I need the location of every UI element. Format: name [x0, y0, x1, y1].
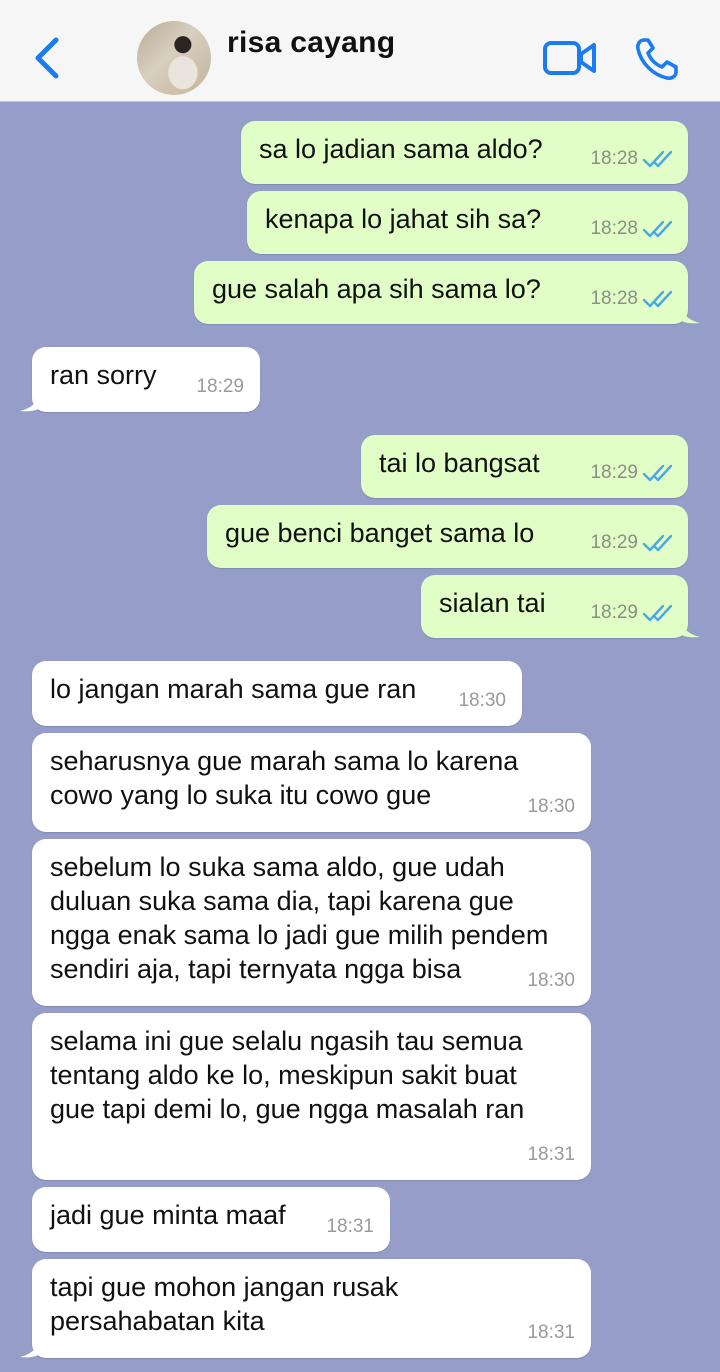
message-text: sebelum lo suka sama aldo, gue udah dulu…	[50, 852, 549, 984]
incoming-message[interactable]: sebelum lo suka sama aldo, gue udah dulu…	[32, 839, 591, 1006]
message-time: 18:30	[527, 970, 575, 991]
avatar[interactable]	[137, 21, 211, 95]
message-text: seharusnya gue marah sama lo karena cowo…	[50, 746, 519, 810]
message-meta: 18:28	[590, 212, 676, 246]
outgoing-message[interactable]: kenapa lo jahat sih sa? 18:28	[247, 191, 688, 254]
message-time: 18:31	[326, 1216, 374, 1237]
read-receipt-icon	[642, 464, 673, 482]
read-receipt-icon	[642, 150, 673, 168]
message-meta: 18:30	[527, 790, 575, 824]
bubble-tail	[680, 618, 700, 638]
outgoing-message[interactable]: gue salah apa sih sama lo? 18:28	[194, 261, 700, 324]
message-time: 18:28	[590, 218, 638, 239]
message-meta: 18:29	[590, 456, 676, 490]
chat-header: risa cayang	[0, 0, 720, 102]
contact-name[interactable]: risa cayang	[227, 26, 395, 60]
incoming-message[interactable]: ran sorry 18:29	[20, 347, 260, 412]
incoming-message[interactable]: tapi gue mohon jangan rusak persahabatan…	[20, 1259, 591, 1358]
message-meta: 18:31	[326, 1210, 374, 1244]
bubble-tail	[20, 392, 40, 412]
message-text: jadi gue minta maaf	[50, 1200, 286, 1230]
video-camera-icon[interactable]	[542, 38, 598, 78]
message-time: 18:29	[590, 532, 638, 553]
message-meta: 18:30	[527, 964, 575, 998]
message-meta: 18:29	[590, 526, 676, 560]
chevron-left-icon[interactable]	[30, 36, 64, 80]
incoming-message[interactable]: lo jangan marah sama gue ran 18:30	[32, 661, 522, 726]
message-meta: 18:29	[196, 370, 244, 404]
read-receipt-icon	[642, 220, 673, 238]
message-time: 18:29	[590, 602, 638, 623]
incoming-message[interactable]: selama ini gue selalu ngasih tau semua t…	[32, 1013, 591, 1180]
message-meta: 18:31	[527, 1138, 575, 1172]
read-receipt-icon	[642, 290, 673, 308]
message-meta: 18:30	[458, 684, 506, 718]
message-time: 18:30	[458, 690, 506, 711]
message-time: 18:30	[527, 796, 575, 817]
message-time: 18:31	[527, 1322, 575, 1343]
read-receipt-icon	[642, 534, 673, 552]
incoming-message[interactable]: jadi gue minta maaf 18:31	[32, 1187, 390, 1252]
message-time: 18:29	[196, 376, 244, 397]
message-time: 18:29	[590, 462, 638, 483]
message-meta: 18:28	[590, 142, 676, 176]
phone-icon[interactable]	[634, 36, 680, 82]
outgoing-message[interactable]: sa lo jadian sama aldo? 18:28	[241, 121, 688, 184]
incoming-message[interactable]: seharusnya gue marah sama lo karena cowo…	[32, 733, 591, 832]
outgoing-message[interactable]: tai lo bangsat 18:29	[361, 435, 688, 498]
message-meta: 18:28	[590, 282, 676, 316]
message-meta: 18:31	[527, 1316, 575, 1350]
message-time: 18:28	[590, 288, 638, 309]
message-time: 18:28	[590, 148, 638, 169]
message-text: lo jangan marah sama gue ran	[50, 674, 417, 704]
outgoing-message[interactable]: sialan tai 18:29	[421, 575, 700, 638]
message-meta: 18:29	[590, 596, 676, 630]
message-text: selama ini gue selalu ngasih tau semua t…	[50, 1026, 525, 1124]
bubble-tail	[680, 304, 700, 324]
bubble-tail	[20, 1338, 40, 1358]
read-receipt-icon	[642, 604, 673, 622]
outgoing-message[interactable]: gue benci banget sama lo 18:29	[207, 505, 688, 568]
message-time: 18:31	[527, 1144, 575, 1165]
message-text: tapi gue mohon jangan rusak persahabatan…	[50, 1272, 399, 1336]
